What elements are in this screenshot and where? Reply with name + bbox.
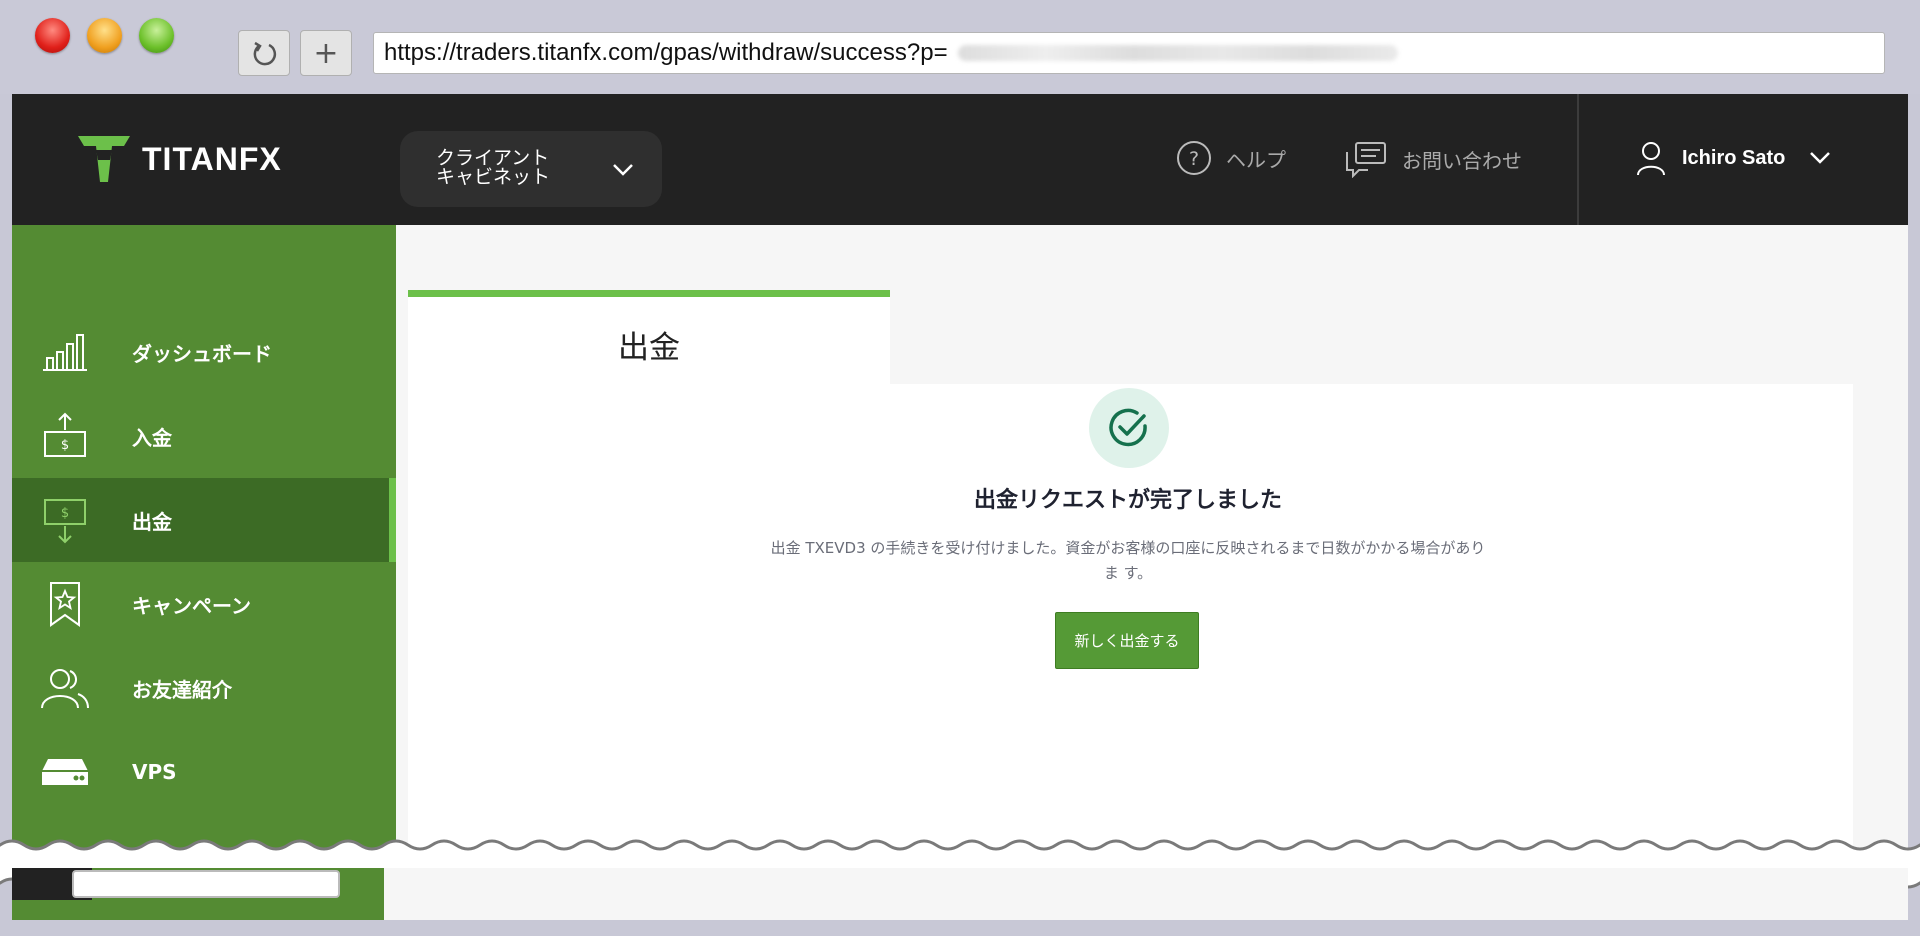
new-withdraw-button[interactable]: 新しく出金する (1055, 612, 1199, 669)
minimize-window-button[interactable] (87, 18, 122, 53)
url-text: https://traders.titanfx.com/gpas/withdra… (384, 39, 948, 66)
user-menu[interactable]: Ichiro Sato (1636, 140, 1831, 176)
chart-bars-icon (40, 327, 90, 377)
sidebar-item-label: VPS (132, 760, 177, 784)
help-label: ヘルプ (1226, 147, 1286, 172)
main-bottom-fragment (384, 868, 1908, 920)
server-icon (40, 747, 90, 797)
sidebar-item-label: キャンペーン (132, 593, 251, 618)
chevron-down-icon (613, 164, 633, 176)
contact-label: お問い合わせ (1402, 148, 1522, 173)
window-bottom-frame (0, 920, 1920, 936)
bottom-input-fragment (72, 870, 340, 898)
browser-chrome: + https://traders.titanfx.com/gpas/withd… (0, 0, 1920, 94)
sidebar-item-withdraw[interactable]: $ 出金 (12, 478, 396, 562)
user-icon (1637, 142, 1665, 176)
sidebar-item-dashboard[interactable]: ダッシュボード (12, 310, 396, 394)
close-window-button[interactable] (35, 18, 70, 53)
success-message: 出金 TXEVD3 の手続きを受け付けました。資金がお客様の口座に反映されるまで… (770, 539, 1486, 582)
titanfx-logo[interactable]: TITANFX (76, 134, 282, 184)
sidebar-item-label: ダッシュボード (132, 341, 272, 366)
sidebar: ダッシュボード $ 入金 $ 出金 キャンペーン お友達紹介 VPS (12, 225, 396, 920)
address-bar[interactable]: https://traders.titanfx.com/gpas/withdra… (373, 32, 1885, 74)
top-navbar: TITANFX クライアント キャビネット ? ヘルプ お問い合わせ Ichir… (12, 94, 1908, 225)
sidebar-item-campaign[interactable]: キャンペーン (12, 562, 396, 646)
chat-icon (1346, 142, 1386, 178)
sidebar-bottom-fragment (12, 868, 384, 920)
redacted-url-token (957, 45, 1398, 61)
maximize-window-button[interactable] (139, 18, 174, 53)
withdraw-icon: $ (40, 495, 90, 545)
reload-button[interactable] (238, 30, 290, 76)
reload-icon (253, 41, 277, 66)
success-check-icon (1089, 388, 1169, 468)
deposit-icon: $ (40, 411, 90, 461)
success-title: 出金リクエストが完了しました (973, 488, 1282, 513)
svg-text:$: $ (61, 438, 69, 453)
client-cabinet-dropdown[interactable]: クライアント キャビネット (400, 131, 662, 207)
bookmark-star-icon (40, 579, 90, 629)
contact-link[interactable]: お問い合わせ (1344, 140, 1522, 178)
svg-text:$: $ (61, 506, 69, 521)
sidebar-item-deposit[interactable]: $ 入金 (12, 394, 396, 478)
sidebar-item-label: 入金 (132, 425, 172, 450)
sidebar-item-label: 出金 (132, 509, 172, 534)
chevron-down-icon (1810, 152, 1831, 164)
tab-label: 出金 (618, 330, 680, 366)
users-icon (40, 663, 90, 713)
help-link[interactable]: ? ヘルプ (1176, 140, 1286, 176)
new-tab-button[interactable]: + (300, 30, 352, 76)
sidebar-item-vps[interactable]: VPS (12, 730, 396, 814)
tab-withdraw[interactable]: 出金 (408, 290, 890, 385)
sidebar-item-label: お友達紹介 (132, 677, 232, 702)
header-divider (1577, 94, 1579, 225)
svg-text:?: ? (1189, 148, 1199, 170)
titanfx-logo-icon (78, 136, 130, 182)
help-icon: ? (1177, 141, 1211, 175)
user-name: Ichiro Sato (1682, 146, 1786, 169)
plus-icon: + (313, 35, 339, 71)
sidebar-item-referral[interactable]: お友達紹介 (12, 646, 396, 730)
logo-text: TITANFX (142, 140, 282, 177)
